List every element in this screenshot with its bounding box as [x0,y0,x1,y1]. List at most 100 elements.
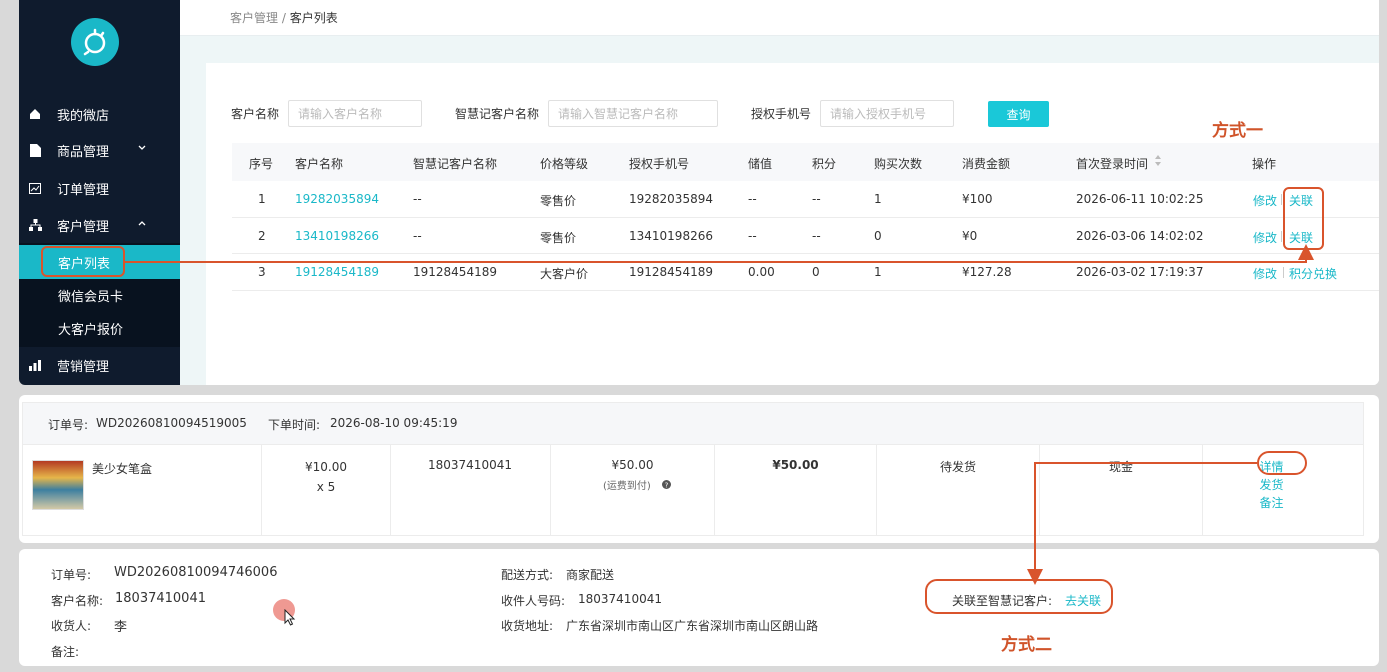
sidebar-item-customers[interactable]: 客户管理 [19,207,180,243]
zhj-name-input[interactable] [548,100,718,127]
phone-input[interactable] [820,100,954,127]
points-exchange-link[interactable]: 积分兑换 [1289,265,1337,282]
home-icon [28,107,42,121]
row-divider [232,253,1379,254]
order-row: 美少女笔盒 ¥10.00 x 5 18037410041 ¥50.00 (运费到… [22,444,1364,536]
sidebar-item-label: 营销管理 [57,359,110,375]
cell-stored: 0.00 [748,265,775,279]
edit-link[interactable]: 修改 [1253,229,1277,246]
order-header: 订单号: WD20260810094519005 下单时间: 2026-08-1… [22,402,1364,445]
svg-text:?: ? [665,482,669,490]
sidebar-item-products[interactable]: 商品管理 [19,132,180,168]
detail-receiver-label: 收货人: [51,619,92,633]
cell-level: 大客户价 [540,267,589,281]
cell-zhj: -- [413,229,422,243]
cell-level: 零售价 [540,194,577,208]
zhj-name-label: 智慧记客户名称 [455,107,540,121]
order-detail-panel: 订单号: WD20260810094746006 客户名称: 180374100… [19,549,1379,666]
th-price-level: 价格等级 [540,157,589,171]
detail-order-no: WD20260810094746006 [114,565,278,580]
breadcrumb-current: 客户列表 [289,11,338,25]
mouse-cursor-icon [284,608,296,629]
th-actions: 操作 [1252,157,1277,171]
cell-amount: ¥0 [962,229,978,243]
cell-time: 2026-03-06 14:02:02 [1076,229,1204,243]
cell-phone: 19128454189 [629,265,713,279]
sidebar-item-my-shop[interactable]: 我的微店 [19,96,180,132]
help-icon[interactable]: ? [662,478,671,492]
payment-method: 现金 [1108,460,1133,474]
sidebar-item-marketing[interactable]: 营销管理 [19,347,180,383]
order-time: 2026-08-10 09:45:19 [330,416,458,430]
cell-count: 0 [874,229,882,243]
product-qty: x 5 [316,480,336,494]
highlight-customer-list [41,246,125,277]
order-time-label: 下单时间: [268,418,321,432]
order-list-panel: 订单号: WD20260810094519005 下单时间: 2026-08-1… [19,395,1379,543]
cell-amount: ¥127.28 [962,265,1012,279]
sidebar-item-label: 订单管理 [57,182,110,198]
th-index: 序号 [249,157,274,171]
detail-delivery: 商家配送 [566,568,615,582]
cell-count: 1 [874,265,882,279]
cell-amount: ¥100 [962,192,993,206]
cell-points: 0 [812,265,820,279]
breadcrumb-parent[interactable]: 客户管理 [230,11,278,25]
sidebar-item-orders[interactable]: 订单管理 [19,170,180,206]
bar-chart-icon [28,358,42,372]
order-no-label: 订单号: [48,418,89,432]
cell-time: 2026-06-11 10:02:25 [1076,192,1204,206]
cell-points: -- [812,192,821,206]
cell-stored: -- [748,192,757,206]
phone-label: 授权手机号 [751,107,812,121]
row-divider [232,290,1379,291]
sidebar-subitem-vip-price[interactable]: 大客户报价 [19,311,180,345]
detail-receiver-phone: 18037410041 [578,592,662,606]
sort-icon[interactable] [1154,155,1162,169]
detail-order-no-label: 订单号: [51,568,92,582]
shipping-note: (运费到付) [603,481,651,492]
cell-points: -- [812,229,821,243]
detail-address-label: 收货地址: [501,619,554,633]
chevron-up-icon [137,217,147,232]
th-amount: 消费金额 [962,157,1011,171]
customer-name-input[interactable] [288,100,422,127]
cell-index: 1 [258,192,266,206]
org-icon [28,218,42,232]
divider [1281,194,1282,205]
pay-amount: ¥50.00 [772,458,819,472]
customer-name-link[interactable]: 19128454189 [295,265,379,279]
buyer-phone: 18037410041 [428,458,512,472]
method-two-label: 方式二 [1001,635,1052,655]
cell-zhj: -- [413,192,422,206]
th-stored: 储值 [748,157,773,171]
customer-name-link[interactable]: 19282035894 [295,192,379,206]
highlight-detail-link [1257,451,1307,475]
product-thumbnail [32,460,84,510]
product-price: ¥10.00 [305,460,347,474]
sub-item-label: 大客户报价 [58,322,124,338]
sidebar-subitem-wechat-card[interactable]: 微信会员卡 [19,278,180,312]
breadcrumb-separator: / [278,11,290,25]
ship-link[interactable]: 发货 [1203,476,1340,493]
cell-zhj: 19128454189 [413,265,497,279]
breadcrumb: 客户管理 / 客户列表 [230,9,338,26]
remark-link[interactable]: 备注 [1203,494,1340,511]
order-status: 待发货 [939,460,976,474]
detail-delivery-label: 配送方式: [501,568,554,582]
edit-link[interactable]: 修改 [1253,265,1277,282]
th-points: 积分 [812,157,837,171]
document-icon [28,143,42,157]
query-button[interactable]: 查询 [988,101,1049,127]
detail-receiver: 李 [114,620,128,635]
th-first-login[interactable]: 首次登录时间 [1076,155,1148,172]
detail-customer-label: 客户名称: [51,594,104,608]
th-phone: 授权手机号 [629,157,690,171]
detail-remark-label: 备注: [51,645,80,659]
sub-item-label: 微信会员卡 [58,289,124,305]
customer-name-link[interactable]: 13410198266 [295,229,379,243]
detail-receiver-phone-label: 收件人号码: [501,594,566,608]
edit-link[interactable]: 修改 [1253,192,1277,209]
app-logo [71,18,119,66]
sidebar: 我的微店 商品管理 订单管理 客户管理 客户列表 微信会员卡 大客户报价 营销管… [19,0,180,385]
